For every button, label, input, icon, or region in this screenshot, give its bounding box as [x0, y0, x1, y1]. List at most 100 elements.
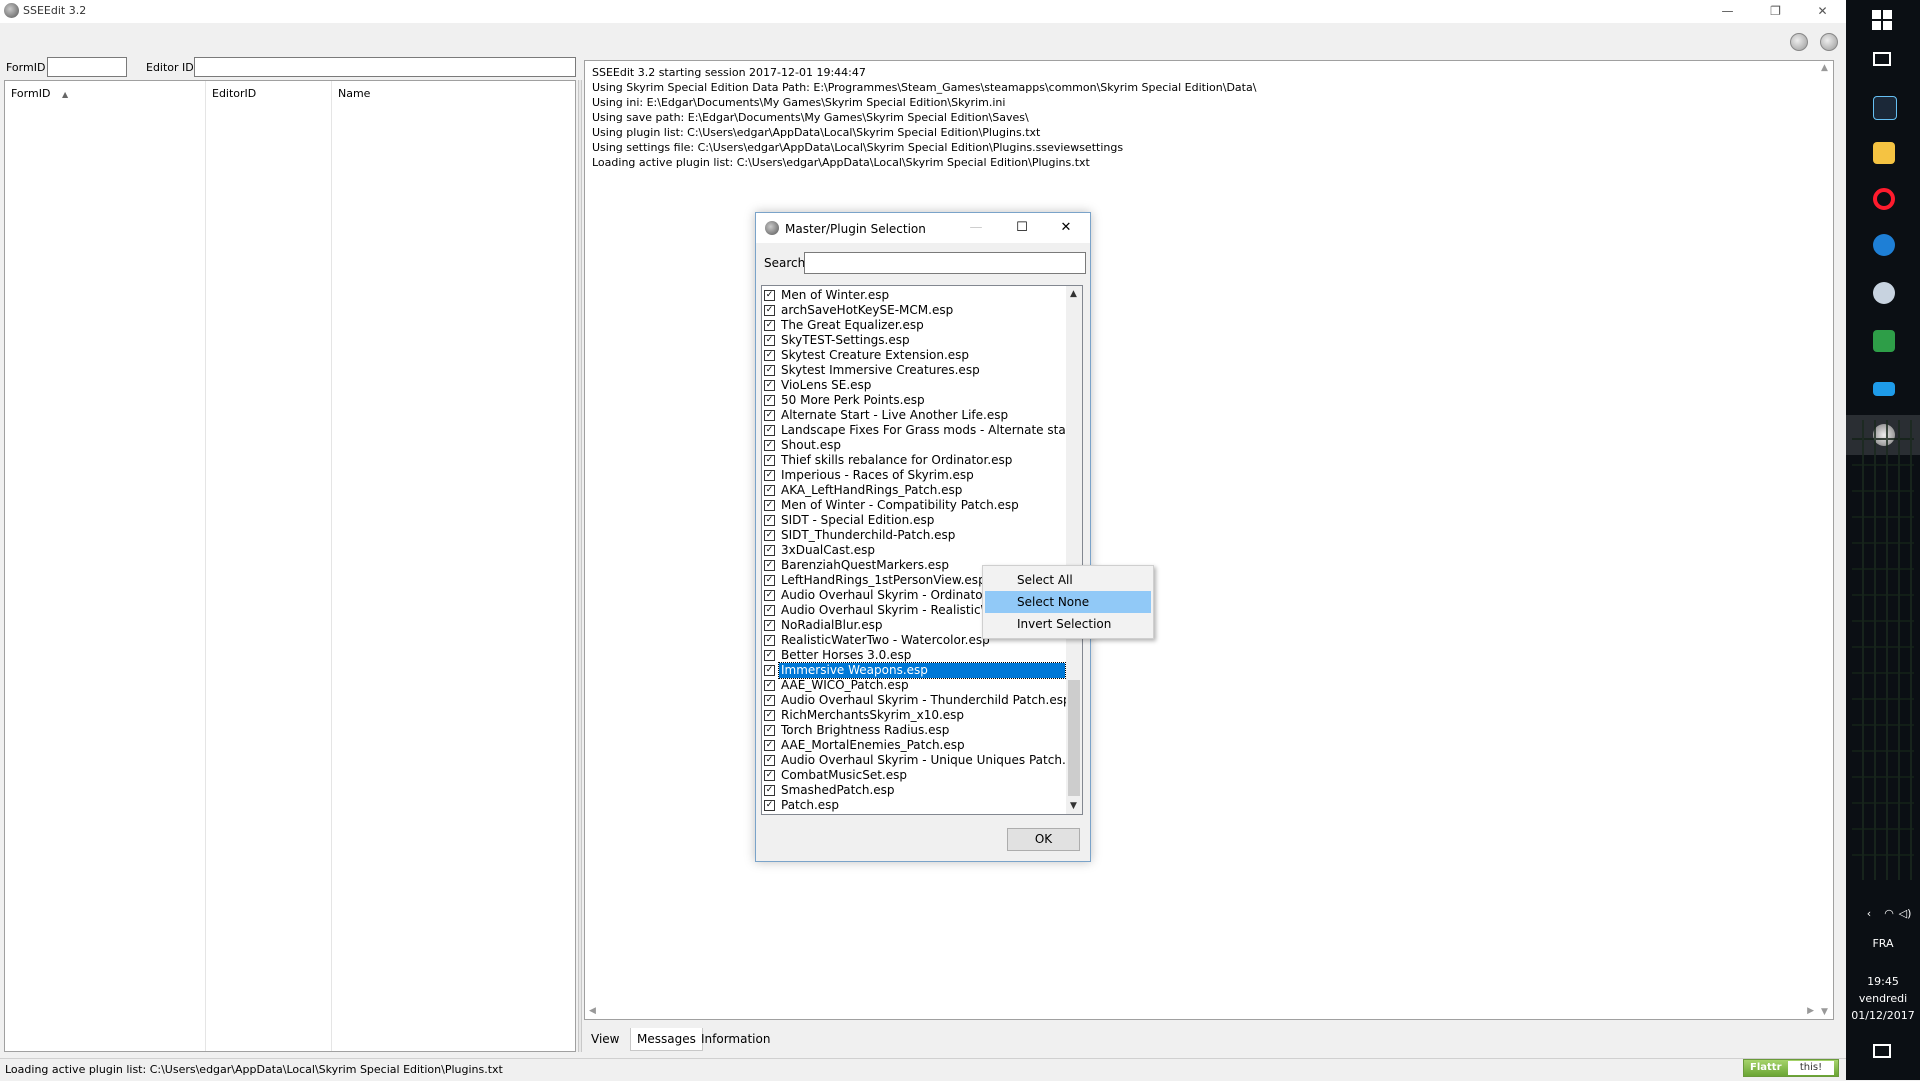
checkbox-checked-icon[interactable]: ✓: [764, 725, 775, 736]
checkbox-checked-icon[interactable]: ✓: [764, 515, 775, 526]
plugin-list-item[interactable]: ✓ Shout.esp: [762, 438, 1067, 453]
forward-icon[interactable]: [1820, 33, 1838, 51]
checkbox-checked-icon[interactable]: ✓: [764, 320, 775, 331]
dialog-maximize-button[interactable]: ☐: [1002, 213, 1042, 243]
plugin-list-item[interactable]: ✓ SIDT_Thunderchild-Patch.esp: [762, 528, 1067, 543]
checkbox-checked-icon[interactable]: ✓: [764, 710, 775, 721]
scroll-up-icon[interactable]: ▲: [1821, 63, 1828, 73]
scroll-right-icon[interactable]: ▶: [1807, 1006, 1814, 1016]
log-horizontal-scrollbar[interactable]: ◀ ▶: [585, 1004, 1818, 1019]
plugin-list-item[interactable]: ✓ Patch.esp: [762, 798, 1067, 813]
plugin-list-item[interactable]: ✓ RichMerchantsSkyrim_x10.esp: [762, 708, 1067, 723]
column-header-editorid[interactable]: EditorID: [212, 87, 256, 100]
file-explorer-icon[interactable]: [1873, 142, 1895, 164]
plugin-list-item[interactable]: ✓ Audio Overhaul Skyrim - Thunderchild Pa…: [762, 693, 1071, 708]
clock-day[interactable]: vendredi: [1846, 992, 1920, 1005]
formid-input[interactable]: [47, 57, 127, 77]
plugin-list-item[interactable]: ✓ AAE_WICO_Patch.esp: [762, 678, 1067, 693]
checkbox-checked-icon[interactable]: ✓: [764, 290, 775, 301]
checkbox-checked-icon[interactable]: ✓: [764, 590, 775, 601]
task-view-icon[interactable]: [1873, 52, 1891, 66]
checkbox-checked-icon[interactable]: ✓: [764, 500, 775, 511]
checkbox-checked-icon[interactable]: ✓: [764, 425, 775, 436]
opera-icon[interactable]: [1873, 188, 1895, 210]
paint-icon[interactable]: [1873, 282, 1895, 304]
dialog-minimize-button[interactable]: —: [956, 213, 996, 243]
volume-icon[interactable]: ◁): [1868, 907, 1920, 920]
plugin-list-item[interactable]: ✓ Audio Overhaul Skyrim - Unique Uniques …: [762, 753, 1082, 768]
checkbox-checked-icon[interactable]: ✓: [764, 740, 775, 751]
plugin-list-item[interactable]: ✓ Better Horses 3.0.esp: [762, 648, 1067, 663]
checkbox-checked-icon[interactable]: ✓: [764, 470, 775, 481]
clock-time[interactable]: 19:45: [1846, 975, 1920, 988]
plugin-list-item[interactable]: ✓ Thief skills rebalance for Ordinator.es…: [762, 453, 1067, 468]
back-icon[interactable]: [1790, 33, 1808, 51]
plugin-list-item[interactable]: ✓ The Great Equalizer.esp: [762, 318, 1067, 333]
menu-item-invert-selection[interactable]: Invert Selection: [985, 613, 1151, 635]
plugin-list-item[interactable]: ✓ Men of Winter - Compatibility Patch.esp: [762, 498, 1067, 513]
plugin-list-item[interactable]: ✓ 3xDualCast.esp: [762, 543, 1067, 558]
pane-splitter[interactable]: [578, 80, 582, 1052]
plugin-list-item[interactable]: ✓ Landscape Fixes For Grass mods - Altern…: [762, 423, 1082, 438]
scroll-up-icon[interactable]: ▲: [1070, 289, 1077, 299]
checkbox-checked-icon[interactable]: ✓: [764, 785, 775, 796]
checkbox-checked-icon[interactable]: ✓: [764, 545, 775, 556]
checkbox-checked-icon[interactable]: ✓: [764, 680, 775, 691]
checkbox-checked-icon[interactable]: ✓: [764, 575, 775, 586]
plugin-list-item[interactable]: ✓ SkyTEST-Settings.esp: [762, 333, 1067, 348]
flattr-button[interactable]: Flattr this!: [1743, 1059, 1839, 1077]
checkbox-checked-icon[interactable]: ✓: [764, 335, 775, 346]
search-input[interactable]: [804, 252, 1086, 274]
scroll-down-icon[interactable]: ▼: [1070, 801, 1077, 811]
column-header-name[interactable]: Name: [338, 87, 370, 100]
checkbox-checked-icon[interactable]: ✓: [764, 650, 775, 661]
language-indicator[interactable]: FRA: [1846, 937, 1920, 950]
plugin-list-item[interactable]: ✓ SmashedPatch.esp: [762, 783, 1067, 798]
thunderbird-icon[interactable]: [1873, 234, 1895, 256]
plugin-list-item[interactable]: ✓ VioLens SE.esp: [762, 378, 1067, 393]
checkbox-checked-icon[interactable]: ✓: [764, 440, 775, 451]
checkbox-checked-icon[interactable]: ✓: [764, 455, 775, 466]
spreadsheet-icon[interactable]: [1873, 330, 1895, 352]
record-tree[interactable]: FormID ▲ EditorID Name: [4, 80, 576, 1052]
plugin-list-item[interactable]: ✓ Torch Brightness Radius.esp: [762, 723, 1067, 738]
scroll-down-icon[interactable]: ▼: [1821, 1007, 1828, 1017]
plugin-list-item[interactable]: ✓ 50 More Perk Points.esp: [762, 393, 1067, 408]
log-vertical-scrollbar[interactable]: ▲ ▼: [1818, 61, 1833, 1019]
notification-icon[interactable]: [1873, 1044, 1891, 1058]
checkbox-checked-icon[interactable]: ✓: [764, 695, 775, 706]
plugin-list-item[interactable]: ✓ Immersive Weapons.esp: [762, 662, 1067, 679]
restore-button[interactable]: ❐: [1753, 0, 1798, 23]
checkbox-checked-icon[interactable]: ✓: [764, 620, 775, 631]
checkbox-checked-icon[interactable]: ✓: [764, 605, 775, 616]
ok-button[interactable]: OK: [1007, 828, 1080, 851]
plugin-list-scrollbar[interactable]: ▲ ▼: [1066, 286, 1082, 814]
plugin-list-item[interactable]: ✓ archSaveHotKeySE-MCM.esp: [762, 303, 1067, 318]
plugin-list-item[interactable]: ✓ AAE_MortalEnemies_Patch.esp: [762, 738, 1067, 753]
plugin-list-item[interactable]: ✓ AKA_LeftHandRings_Patch.esp: [762, 483, 1067, 498]
plugin-list[interactable]: ✓ Men of Winter.esp ✓ archSaveHotKeySE-MCM.…: [761, 285, 1083, 815]
checkbox-checked-icon[interactable]: ✓: [764, 530, 775, 541]
scroll-left-icon[interactable]: ◀: [589, 1006, 596, 1016]
steam-icon[interactable]: [1873, 96, 1897, 120]
checkbox-checked-icon[interactable]: ✓: [764, 755, 775, 766]
checkbox-checked-icon[interactable]: ✓: [764, 380, 775, 391]
plugin-list-item[interactable]: ✓ Men of Winter.esp: [762, 288, 1067, 303]
minimize-button[interactable]: —: [1705, 0, 1750, 23]
checkbox-checked-icon[interactable]: ✓: [764, 485, 775, 496]
checkbox-checked-icon[interactable]: ✓: [764, 665, 775, 676]
plugin-list-item[interactable]: ✓ Alternate Start - Live Another Life.esp: [762, 408, 1067, 423]
menu-item-select-all[interactable]: Select All: [985, 569, 1151, 591]
column-header-formid[interactable]: FormID ▲: [11, 87, 68, 100]
checkbox-checked-icon[interactable]: ✓: [764, 560, 775, 571]
scrollbar-thumb[interactable]: [1068, 680, 1080, 796]
plugin-list-item[interactable]: ✓ CombatMusicSet.esp: [762, 768, 1067, 783]
checkbox-checked-icon[interactable]: ✓: [764, 800, 775, 811]
checkbox-checked-icon[interactable]: ✓: [764, 305, 775, 316]
cloud-icon[interactable]: [1873, 382, 1895, 396]
checkbox-checked-icon[interactable]: ✓: [764, 395, 775, 406]
clock-date[interactable]: 01/12/2017: [1846, 1009, 1920, 1022]
menu-item-select-none[interactable]: Select None: [985, 591, 1151, 613]
checkbox-checked-icon[interactable]: ✓: [764, 770, 775, 781]
windows-start-icon[interactable]: [1872, 10, 1892, 30]
